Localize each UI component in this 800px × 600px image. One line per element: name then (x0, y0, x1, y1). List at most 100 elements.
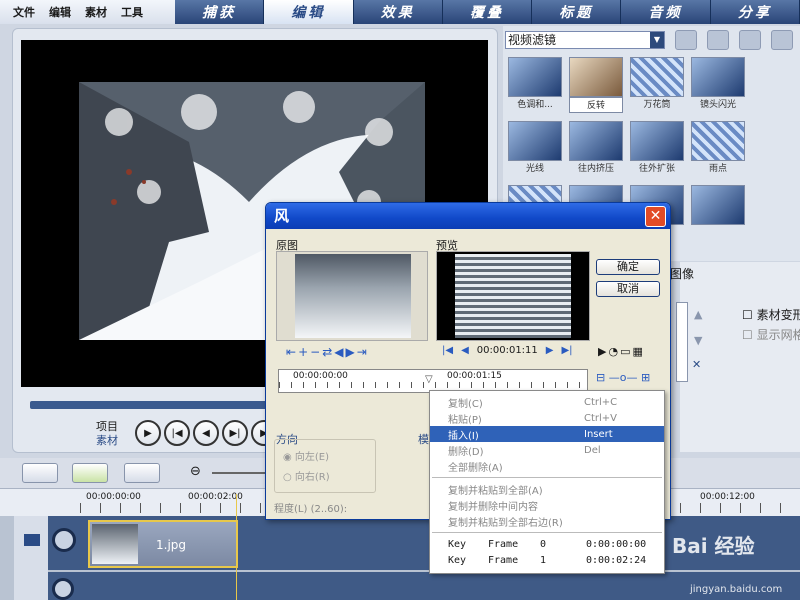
mode-label: 模 (418, 433, 429, 446)
menu-item-insert[interactable]: 插入(I) Insert (430, 426, 664, 442)
play-icon[interactable]: ▶ (598, 345, 606, 358)
speed-icon[interactable]: ◔ (608, 345, 618, 358)
tab-capture[interactable]: 捕获 (175, 0, 265, 24)
close-icon[interactable]: ✕ (645, 206, 666, 227)
up-arrow-icon[interactable]: ▲ (694, 308, 702, 321)
last-frame-icon[interactable]: ▶| (561, 345, 572, 356)
go-end-icon[interactable]: ⇥ (357, 345, 367, 359)
menu-item-keyframe[interactable]: Key Frame 0 0:00:00:00 (430, 536, 664, 552)
menu-item-paste[interactable]: 粘贴(P) Ctrl+V (430, 410, 664, 426)
zoom-controls: ⊟ —o— ⊞ (596, 371, 650, 384)
track-header (14, 516, 48, 600)
track-toggle-icon[interactable] (24, 534, 40, 546)
filter-preview-image (508, 121, 562, 161)
menu-item-copy-paste-all[interactable]: 复制并粘贴到全部(A) (430, 481, 664, 497)
filter-preview-image (630, 57, 684, 97)
timecode-display: 00:00:01:11 (476, 345, 538, 356)
zoom-out-icon[interactable]: ⊖ (190, 464, 201, 479)
filter-thumbnail[interactable]: 色调和... (508, 57, 562, 115)
settings-icon[interactable]: ▦ (632, 345, 642, 358)
timeline-clip[interactable]: 1.jpg (88, 520, 238, 568)
reverse-icon[interactable]: ⇄ (322, 345, 332, 359)
tab-audio[interactable]: 音频 (621, 0, 711, 24)
filter-preview-image (691, 121, 745, 161)
preview-frame (436, 251, 590, 341)
menu-file[interactable]: 文件 (8, 4, 40, 20)
import-icon[interactable] (707, 30, 729, 50)
next-frame-button[interactable]: ▶| (222, 420, 248, 446)
project-mode-label[interactable]: 项目 (96, 420, 118, 434)
filter-thumbnail[interactable]: 镜头闪光 (691, 57, 745, 115)
menu-edit[interactable]: 编辑 (44, 4, 76, 20)
filter-thumbnail[interactable]: 往内挤压 (569, 121, 623, 179)
zoom-in-icon[interactable]: ⊞ (641, 371, 650, 384)
menu-item-delete-all[interactable]: 全部删除(A) (430, 458, 664, 474)
next-frame-icon[interactable]: ▶ (546, 345, 554, 356)
audio-view-button[interactable] (124, 463, 160, 483)
direction-right-radio[interactable]: ○ 向右(R) (283, 468, 330, 483)
tab-share[interactable]: 分享 (710, 0, 800, 24)
options-icon[interactable] (771, 30, 793, 50)
monitor-icon[interactable]: ▭ (620, 345, 630, 358)
down-arrow-icon[interactable]: ▼ (694, 334, 702, 347)
filter-thumbnail[interactable]: 雨点 (691, 121, 745, 179)
ruler-start-label: 00:00:00:00 (293, 371, 348, 381)
tab-effect[interactable]: 效果 (353, 0, 443, 24)
zoom-out-icon[interactable]: ⊟ (596, 371, 605, 384)
playhead-line[interactable] (236, 494, 237, 600)
remove-icon[interactable]: ✕ (692, 358, 701, 371)
filter-thumbnail[interactable]: 反转 (569, 57, 623, 115)
tab-overlay[interactable]: 覆叠 (442, 0, 533, 24)
tab-edit[interactable]: 编辑 (264, 0, 354, 24)
zoom-slider[interactable]: —o— (609, 371, 638, 384)
filter-label: 往内挤压 (577, 164, 614, 174)
zoom-slider[interactable] (212, 472, 272, 474)
clip-mode-label[interactable]: 素材 (96, 434, 118, 448)
filter-thumbnail[interactable]: 万花筒 (630, 57, 684, 115)
menu-tools[interactable]: 工具 (116, 4, 148, 20)
options-scrollbar[interactable] (676, 302, 688, 382)
next-keyframe-icon[interactable]: ▶ (345, 345, 354, 359)
menu-item-copy[interactable]: 复制(C) Ctrl+C (430, 394, 664, 410)
ok-button[interactable]: 确定 (596, 259, 660, 275)
filter-preview-image (508, 57, 562, 97)
first-frame-icon[interactable]: |◀ (442, 345, 453, 356)
filter-preview-image (630, 121, 684, 161)
storyboard-view-button[interactable] (22, 463, 58, 483)
preview-options: ▶ ◔ ▭ ▦ (598, 345, 643, 358)
add-keyframe-icon[interactable]: + (298, 345, 308, 359)
filter-label: 色调和... (517, 100, 553, 110)
home-button[interactable]: |◀ (164, 420, 190, 446)
prev-keyframe-icon[interactable]: ◀ (334, 345, 343, 359)
go-start-icon[interactable]: ⇤ (286, 345, 296, 359)
menu-clip[interactable]: 素材 (80, 4, 112, 20)
menu-item-copy-delete-between[interactable]: 复制并删除中间内容 (430, 497, 664, 513)
overlay-track[interactable] (48, 572, 800, 600)
degree-label: 程度(L) (2..60): (274, 504, 348, 515)
watermark-logo: Bai 经验 (672, 534, 755, 558)
timeline-view-button[interactable] (72, 463, 108, 483)
menu-item-copy-paste-right[interactable]: 复制并粘贴到全部右边(R) (430, 513, 664, 529)
filter-thumbnail[interactable] (691, 185, 745, 243)
library-category-select[interactable]: 视频滤镜 ▼ (505, 31, 665, 49)
cancel-button[interactable]: 取消 (596, 281, 660, 297)
prev-frame-button[interactable]: ◀ (193, 420, 219, 446)
menu-item-delete[interactable]: 删除(D) Del (430, 442, 664, 458)
morph-checkbox[interactable]: ☐ 素材变形 (742, 306, 800, 323)
direction-left-radio[interactable]: ◉ 向左(E) (283, 448, 329, 463)
filter-thumbnail[interactable]: 光线 (508, 121, 562, 179)
grid-checkbox[interactable]: ☐ 显示网格 (742, 326, 800, 343)
playhead-icon[interactable]: ▽ (425, 374, 433, 385)
menu-item-keyframe[interactable]: Key Frame 1 0:00:02:24 (430, 552, 664, 568)
filter-label: 往外扩张 (638, 164, 675, 174)
filter-label (691, 225, 745, 241)
tab-title[interactable]: 标题 (532, 0, 622, 24)
ruler-label: 00:00:00:00 (86, 492, 141, 502)
prev-frame-icon[interactable]: ◀ (461, 345, 469, 356)
remove-keyframe-icon[interactable]: − (310, 345, 320, 359)
library-manager-icon[interactable] (739, 30, 761, 50)
step-tabs: 捕获 编辑 效果 覆叠 标题 音频 分享 (175, 0, 800, 24)
play-button[interactable]: ▶ (135, 420, 161, 446)
filter-thumbnail[interactable]: 往外扩张 (630, 121, 684, 179)
folder-icon[interactable] (675, 30, 697, 50)
